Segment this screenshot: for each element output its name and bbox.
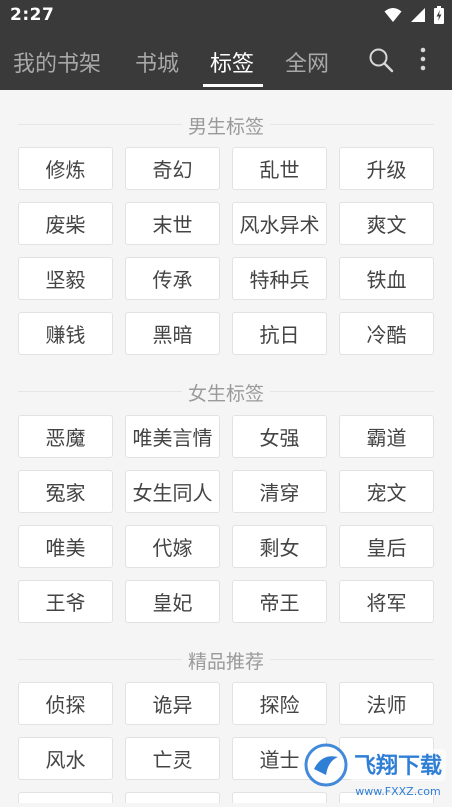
tag-button[interactable]: 剩女 xyxy=(232,525,327,568)
section-header-featured: 精品推荐 xyxy=(18,647,434,674)
tag-grid-female: 恶魔 唯美言情 女强 霸道 冤家 女生同人 清穿 宠文 唯美 代嫁 剩女 皇后 … xyxy=(18,415,434,623)
tag-button[interactable]: 抗日 xyxy=(232,312,327,355)
section-header-male: 男生标签 xyxy=(18,112,434,139)
wifi-icon xyxy=(384,7,402,23)
tag-button[interactable]: 道士 xyxy=(232,737,327,780)
tag-button[interactable]: 王爷 xyxy=(18,580,113,623)
tag-button[interactable]: 废柴 xyxy=(18,202,113,245)
tag-button[interactable]: 坚毅 xyxy=(18,257,113,300)
status-icons xyxy=(384,6,444,24)
tag-list-content[interactable]: 男生标签 修炼 奇幻 乱世 升级 废柴 末世 风水异术 爽文 坚毅 传承 特种兵… xyxy=(0,90,452,803)
tab-whole-web[interactable]: 全网 xyxy=(285,46,329,78)
tag-button[interactable]: 侦探 xyxy=(18,682,113,725)
search-icon[interactable] xyxy=(368,47,394,77)
tag-button[interactable]: 铁血 xyxy=(339,257,434,300)
tag-button[interactable] xyxy=(232,792,327,803)
tag-button[interactable]: 唯美 xyxy=(18,525,113,568)
tag-button[interactable]: 亡灵 xyxy=(125,737,220,780)
tag-button[interactable]: 探险 xyxy=(232,682,327,725)
tab-bookshelf[interactable]: 我的书架 xyxy=(13,46,101,78)
tag-button[interactable]: 特种兵 xyxy=(232,257,327,300)
tag-button[interactable]: 将军 xyxy=(339,580,434,623)
battery-charging-icon xyxy=(434,6,444,24)
active-tab-indicator xyxy=(203,84,263,87)
tab-tags[interactable]: 标签 xyxy=(210,46,254,78)
tab-bookstore[interactable]: 书城 xyxy=(135,46,179,78)
tag-button[interactable]: 皇后 xyxy=(339,525,434,568)
tag-button[interactable]: 诡异 xyxy=(125,682,220,725)
tag-button[interactable]: 法师 xyxy=(339,682,434,725)
tag-button[interactable] xyxy=(125,792,220,803)
tag-button[interactable]: 修炼 xyxy=(18,147,113,190)
tag-button[interactable]: 升级 xyxy=(339,147,434,190)
tag-grid-male: 修炼 奇幻 乱世 升级 废柴 末世 风水异术 爽文 坚毅 传承 特种兵 铁血 赚… xyxy=(18,147,434,355)
tag-button[interactable]: 冷酷 xyxy=(339,312,434,355)
tag-button[interactable]: 冤家 xyxy=(18,470,113,513)
tag-button[interactable]: 风水异术 xyxy=(232,202,327,245)
tag-button[interactable] xyxy=(339,737,434,780)
tag-button[interactable]: 赚钱 xyxy=(18,312,113,355)
section-title: 女生标签 xyxy=(181,379,271,406)
tag-button[interactable]: 爽文 xyxy=(339,202,434,245)
status-bar: 2:27 xyxy=(0,0,452,32)
more-vert-icon[interactable] xyxy=(418,46,428,78)
tag-button[interactable]: 皇妃 xyxy=(125,580,220,623)
signal-icon xyxy=(410,7,426,23)
tag-button[interactable]: 清穿 xyxy=(232,470,327,513)
tag-button[interactable]: 奇幻 xyxy=(125,147,220,190)
tag-button[interactable]: 黑暗 xyxy=(125,312,220,355)
tag-button[interactable]: 宠文 xyxy=(339,470,434,513)
tag-button[interactable]: 乱世 xyxy=(232,147,327,190)
tag-button[interactable]: 末世 xyxy=(125,202,220,245)
section-header-female: 女生标签 xyxy=(18,379,434,406)
tag-button[interactable]: 风水 xyxy=(18,737,113,780)
section-title: 男生标签 xyxy=(181,112,271,139)
tag-button[interactable]: 唯美言情 xyxy=(125,415,220,458)
tag-button[interactable]: 霸道 xyxy=(339,415,434,458)
tag-button[interactable]: 帝王 xyxy=(232,580,327,623)
status-time: 2:27 xyxy=(10,5,55,25)
tag-button[interactable]: 传承 xyxy=(125,257,220,300)
tag-grid-featured: 侦探 诡异 探险 法师 风水 亡灵 道士 xyxy=(18,682,434,803)
tag-button[interactable] xyxy=(18,792,113,803)
section-title: 精品推荐 xyxy=(181,647,271,674)
tag-button[interactable]: 女强 xyxy=(232,415,327,458)
app-bar: 我的书架 书城 标签 全网 xyxy=(0,32,452,90)
tag-button[interactable]: 代嫁 xyxy=(125,525,220,568)
tag-button[interactable]: 女生同人 xyxy=(125,470,220,513)
tag-button[interactable]: 恶魔 xyxy=(18,415,113,458)
tag-button[interactable] xyxy=(339,792,434,803)
